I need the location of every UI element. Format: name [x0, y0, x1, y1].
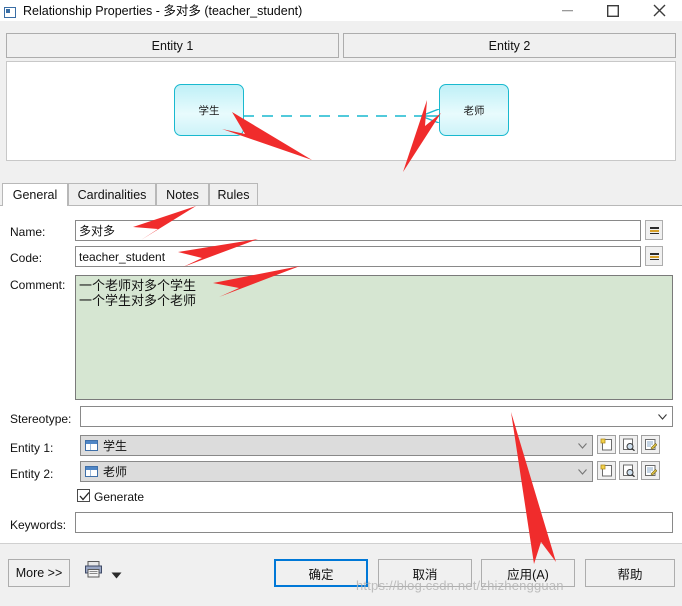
entity1-label: Entity 1: [10, 441, 54, 455]
entity2-label: Entity 2: [10, 467, 54, 481]
window-title: Relationship Properties - 多对多 (teacher_s… [23, 4, 303, 18]
generate-label: Generate [94, 490, 145, 504]
watermark: https://blog.csdn.net/zhizhengguan [356, 578, 564, 593]
code-label: Code: [10, 251, 43, 265]
ok-button[interactable]: 确定 [274, 559, 368, 587]
generate-checkbox[interactable] [77, 489, 90, 502]
tab-notes[interactable]: Notes [156, 183, 209, 205]
tab-general[interactable]: General [2, 183, 68, 206]
name-label: Name: [10, 225, 46, 239]
relationship-icon [4, 7, 16, 18]
entity1-header-button[interactable]: Entity 1 [6, 33, 339, 58]
chevron-down-icon [578, 441, 587, 450]
entity1-value: 学生 [103, 439, 128, 453]
minimize-icon[interactable] [544, 0, 590, 21]
print-icon[interactable] [84, 560, 104, 580]
entity2-value: 老师 [103, 465, 128, 479]
title-bar: Relationship Properties - 多对多 (teacher_s… [0, 0, 682, 21]
table-icon [85, 466, 98, 477]
entity2-properties-icon[interactable] [641, 461, 660, 480]
chevron-down-icon [578, 467, 587, 476]
table-icon [85, 440, 98, 451]
window-controls [544, 0, 682, 21]
diagram-entity-2[interactable]: 老师 [439, 84, 509, 136]
entity1-dropdown[interactable]: 学生 [80, 435, 593, 456]
diagram-entity-1[interactable]: 学生 [174, 84, 244, 136]
code-equals-button[interactable] [645, 246, 663, 266]
entity1-properties-icon[interactable] [641, 435, 660, 454]
entity-header-buttons: Entity 1 Entity 2 [6, 33, 676, 58]
name-equals-button[interactable] [645, 220, 663, 240]
keywords-label: Keywords: [10, 518, 67, 532]
entity2-header-button[interactable]: Entity 2 [343, 33, 676, 58]
stereotype-dropdown[interactable] [80, 406, 673, 427]
keywords-input[interactable] [75, 512, 673, 533]
stereotype-label: Stereotype: [10, 412, 72, 426]
entity2-create-icon[interactable] [597, 461, 616, 480]
entity1-create-icon[interactable] [597, 435, 616, 454]
comment-label: Comment: [10, 278, 66, 292]
code-input[interactable]: teacher_student [75, 246, 641, 267]
chevron-down-icon[interactable] [111, 568, 122, 582]
tab-rules[interactable]: Rules [209, 183, 258, 205]
tab-cardinalities[interactable]: Cardinalities [68, 183, 156, 205]
entity2-dropdown[interactable]: 老师 [80, 461, 593, 482]
help-button[interactable]: 帮助 [585, 559, 675, 587]
entity2-browse-icon[interactable] [619, 461, 638, 480]
more-button[interactable]: More >> [8, 559, 70, 587]
entity1-browse-icon[interactable] [619, 435, 638, 454]
relationship-diagram[interactable]: 学生 老师 [6, 61, 676, 161]
chevron-down-icon [658, 412, 667, 421]
maximize-icon[interactable] [590, 0, 636, 21]
tab-strip: General Cardinalities Notes Rules [0, 183, 682, 206]
close-icon[interactable] [636, 0, 682, 21]
name-input[interactable]: 多对多 [75, 220, 641, 241]
relationship-connector-icon [243, 109, 440, 123]
comment-textarea[interactable]: 一个老师对多个学生 一个学生对多个老师 [75, 275, 673, 400]
